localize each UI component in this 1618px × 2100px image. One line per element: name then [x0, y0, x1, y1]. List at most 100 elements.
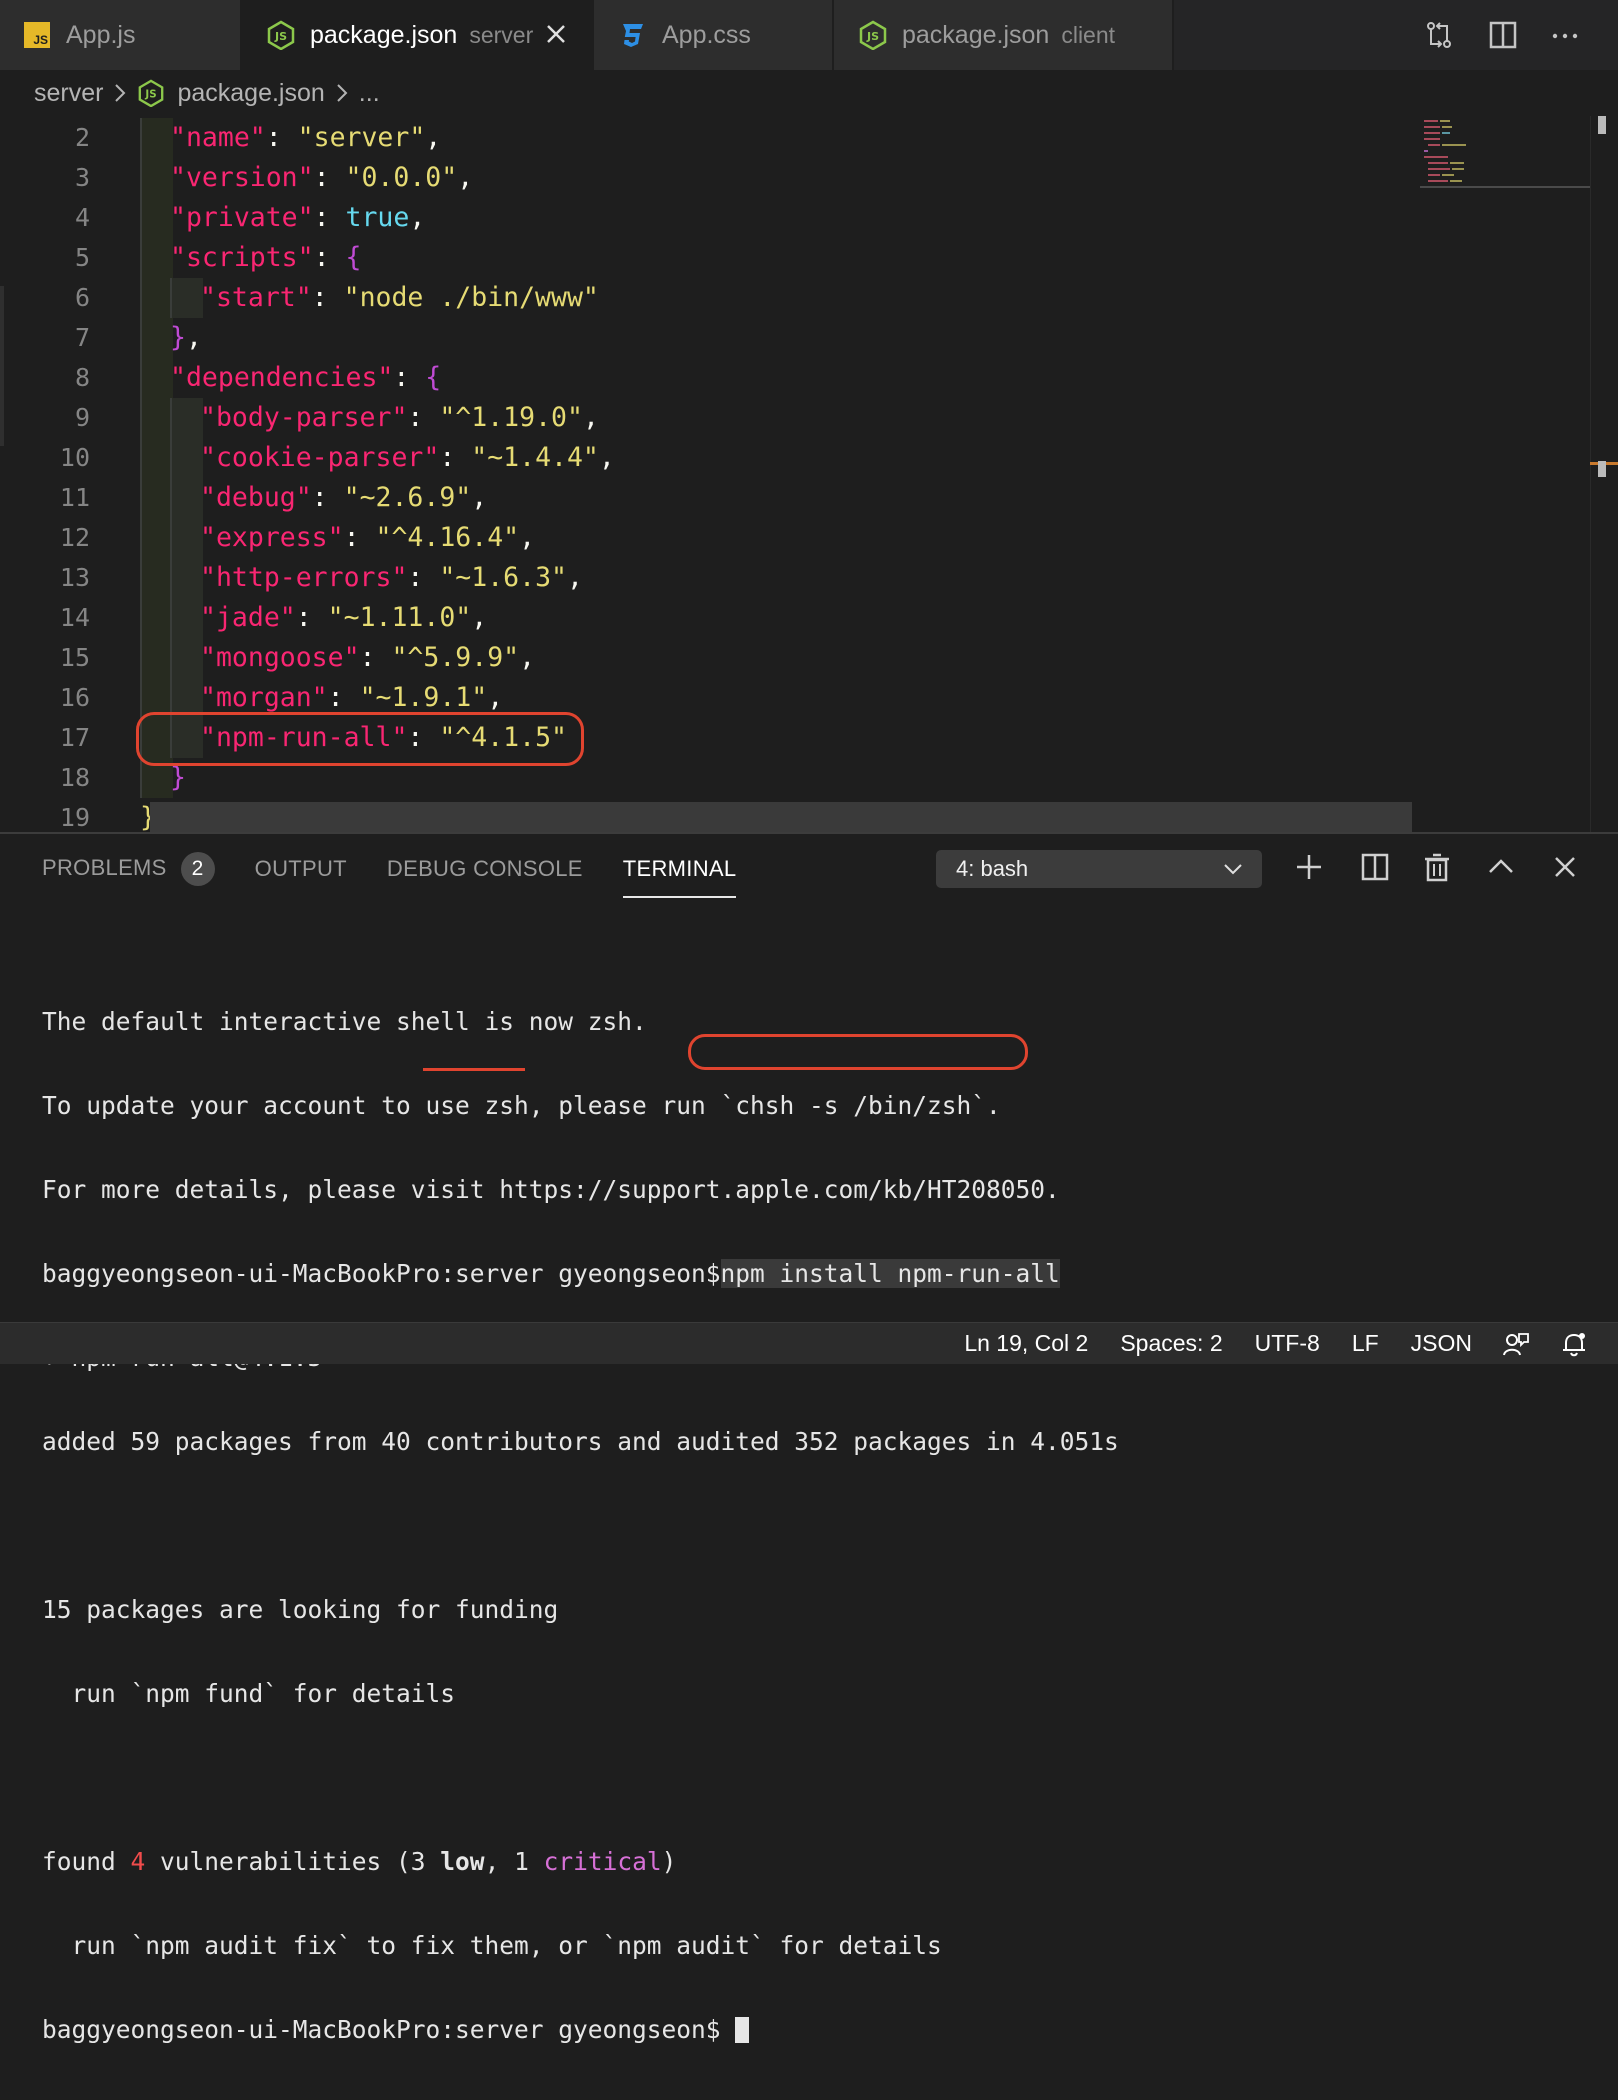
bracket: }	[170, 322, 186, 353]
json-string: "server"	[297, 122, 426, 153]
close-icon[interactable]	[542, 20, 570, 48]
terminal-line: 15 packages are looking for funding	[42, 1595, 559, 1624]
tab-description: client	[1061, 21, 1116, 48]
terminal-cursor	[735, 2017, 750, 2043]
json-key: "http-errors"	[200, 562, 408, 593]
maximize-panel-icon[interactable]	[1486, 852, 1516, 882]
punct: ,	[471, 602, 488, 633]
scrollbar-thumb[interactable]	[1598, 461, 1606, 477]
bracket: }	[170, 762, 186, 793]
terminal-shell-select[interactable]: 4: bash	[936, 850, 1262, 888]
notifications-bell-icon[interactable]	[1560, 1330, 1588, 1358]
json-string: "^4.16.4"	[375, 522, 520, 553]
code-text: "private": true,	[170, 198, 425, 238]
json-string: "node ./bin/www"	[343, 282, 599, 313]
status-indentation[interactable]: Spaces: 2	[1120, 1330, 1222, 1357]
tab-output[interactable]: OUTPUT	[255, 856, 347, 882]
json-key: "mongoose"	[200, 642, 360, 673]
scrollbar-thumb[interactable]	[1598, 116, 1606, 134]
line-number: 3	[74, 163, 90, 192]
tab-label: package.json	[902, 20, 1050, 49]
tab-label: PROBLEMS	[42, 854, 167, 880]
code-text: "http-errors": "~1.6.3",	[200, 558, 583, 598]
punct: :	[295, 602, 328, 633]
add-terminal-icon[interactable]	[1294, 852, 1324, 882]
punct: :	[359, 642, 392, 673]
json-key: "version"	[170, 162, 314, 193]
split-editor-icon[interactable]	[1488, 20, 1518, 50]
terminal-output[interactable]: The default interactive shell is now zsh…	[42, 952, 1119, 2100]
prompt-host: baggyeongseon-ui-MacBookPro:	[42, 1259, 456, 1288]
css-file-icon	[623, 24, 643, 47]
breadcrumb-folder[interactable]: server	[34, 79, 103, 108]
json-key: "body-parser"	[200, 402, 408, 433]
bottom-panel: PROBLEMS 2 OUTPUT DEBUG CONSOLE TERMINAL …	[0, 832, 1618, 2044]
status-encoding[interactable]: UTF-8	[1255, 1330, 1320, 1357]
status-language[interactable]: JSON	[1411, 1330, 1472, 1357]
punct: ,	[519, 522, 536, 553]
compare-changes-icon[interactable]	[1424, 20, 1454, 50]
terminal-line: run `npm audit fix` to fix them, or `npm…	[42, 1931, 942, 1960]
line-number: 10	[59, 443, 90, 472]
json-boolean: true	[345, 202, 410, 233]
severity-low: low	[440, 1847, 485, 1876]
tab-terminal[interactable]: TERMINAL	[622, 856, 737, 898]
horizontal-scrollbar[interactable]	[150, 802, 1412, 832]
terminal-line: To update your account to use zsh, pleas…	[42, 1091, 1001, 1120]
feedback-icon[interactable]	[1502, 1330, 1530, 1358]
json-string: "~1.11.0"	[327, 602, 472, 633]
code-text: "mongoose": "^5.9.9",	[200, 638, 535, 678]
tab-app-js[interactable]: JS App.js	[0, 0, 242, 70]
tab-debug-console[interactable]: DEBUG CONSOLE	[387, 856, 583, 882]
status-cursor-position[interactable]: Ln 19, Col 2	[964, 1330, 1088, 1357]
split-terminal-icon[interactable]	[1360, 852, 1390, 882]
code-text: "scripts": {	[170, 238, 361, 278]
code-editor[interactable]: 2 "name": "server", 3 "version": "0.0.0"…	[0, 116, 1618, 832]
node-json-icon: JS	[267, 20, 295, 50]
node-json-icon: JS	[139, 79, 164, 107]
more-actions-icon[interactable]	[1550, 20, 1580, 50]
tab-app-css[interactable]: App.css	[594, 0, 834, 70]
chevron-right-icon	[337, 84, 348, 102]
breadcrumb-file[interactable]: package.json	[177, 79, 324, 108]
code-line: 2 "name": "server",	[0, 118, 1410, 158]
line-number: 5	[74, 243, 90, 272]
json-key: "express"	[200, 522, 344, 553]
svg-text:JS: JS	[145, 89, 157, 101]
terminal-line: For more details, please visit https://s…	[42, 1175, 1060, 1204]
node-json-icon: JS	[859, 20, 887, 50]
minimap[interactable]	[1420, 116, 1590, 188]
code-text: "body-parser": "^1.19.0",	[200, 398, 599, 438]
code-text: "cookie-parser": "~1.4.4",	[200, 438, 615, 478]
tab-label: package.json	[310, 20, 458, 49]
punct: :	[393, 362, 426, 393]
terminal-prompt-line: baggyeongseon-ui-MacBookPro:server gyeon…	[42, 2016, 1119, 2044]
trash-icon[interactable]	[1422, 852, 1452, 882]
status-eol[interactable]: LF	[1352, 1330, 1379, 1357]
breadcrumb-more[interactable]: ...	[359, 79, 380, 108]
close-panel-icon[interactable]	[1550, 852, 1580, 882]
json-string: "0.0.0"	[345, 162, 458, 193]
line-number: 13	[59, 563, 90, 592]
tab-package-json-server[interactable]: JS package.json server	[242, 0, 594, 70]
prompt: baggyeongseon-ui-MacBookPro:server gyeon…	[42, 2015, 736, 2044]
svg-text:JS: JS	[274, 30, 287, 43]
code-text: "version": "0.0.0",	[170, 158, 473, 198]
chevron-right-icon	[115, 84, 126, 102]
line-number: 18	[59, 763, 90, 792]
json-key: "cookie-parser"	[200, 442, 440, 473]
terminal-vulnerability-line: found 4 vulnerabilities (3 low, 1 critic…	[42, 1848, 1119, 1876]
json-key: "morgan"	[200, 682, 328, 713]
annotation-highlight-box	[688, 1034, 1028, 1070]
json-key: "jade"	[200, 602, 296, 633]
json-string: "~1.4.4"	[471, 442, 599, 473]
code-text: },	[170, 318, 202, 358]
tab-problems[interactable]: PROBLEMS 2	[42, 852, 215, 886]
json-string: "^5.9.9"	[391, 642, 520, 673]
line-number: 12	[59, 523, 90, 552]
json-key: "dependencies"	[170, 362, 394, 393]
json-key: "name"	[170, 122, 266, 153]
tab-package-json-client[interactable]: JS package.json client	[834, 0, 1174, 70]
punct: :	[407, 402, 440, 433]
